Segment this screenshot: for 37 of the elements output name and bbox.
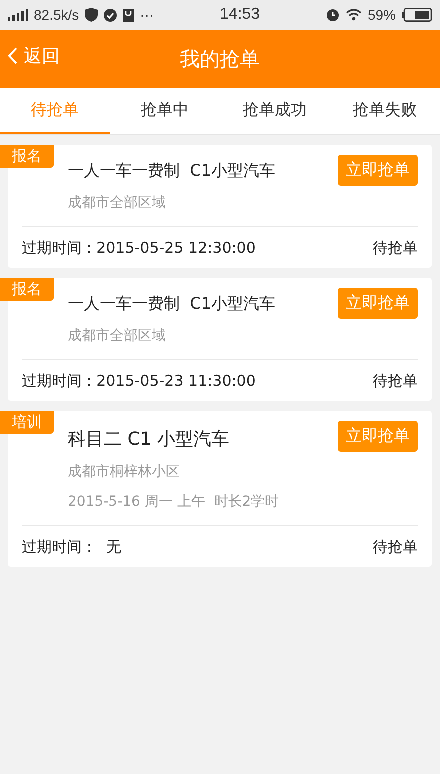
category-tag: 培训 xyxy=(0,411,54,434)
location-text: 成都市全部区域 xyxy=(68,194,167,212)
order-title: 科目二 C1 小型汽车 xyxy=(68,428,230,451)
network-speed: 82.5k/s xyxy=(34,7,80,23)
more-indicator: ··· xyxy=(140,7,154,23)
page-title: 我的抢单 xyxy=(180,46,260,72)
shield-icon xyxy=(85,8,98,22)
wifi-icon xyxy=(346,9,362,21)
category-tag: 报名 xyxy=(0,145,54,168)
category-tag: 报名 xyxy=(0,278,54,301)
bag-icon xyxy=(123,8,134,22)
alarm-icon xyxy=(326,8,340,22)
tab[interactable]: 抢单中 xyxy=(110,88,220,134)
tab[interactable]: 待抢单 xyxy=(0,88,110,134)
battery-percent: 59% xyxy=(368,7,396,23)
schedule-text: 2015-5-16 周一 上午 时长2学时 xyxy=(68,493,280,511)
location-text: 成都市全部区域 xyxy=(68,327,167,345)
grab-order-button[interactable]: 立即抢单 xyxy=(338,288,418,319)
grab-order-button[interactable]: 立即抢单 xyxy=(338,155,418,186)
order-status: 待抢单 xyxy=(373,372,418,391)
tab[interactable]: 抢单成功 xyxy=(220,88,330,134)
back-button[interactable]: 返回 xyxy=(8,44,60,68)
chevron-left-icon xyxy=(8,47,18,65)
tab[interactable]: 抢单失败 xyxy=(330,88,440,134)
order-status: 待抢单 xyxy=(373,239,418,258)
grab-order-button[interactable]: 立即抢单 xyxy=(338,421,418,452)
order-status: 待抢单 xyxy=(373,538,418,557)
clock-time: 14:53 xyxy=(220,6,260,24)
location-text: 成都市桐梓林小区 xyxy=(68,463,181,481)
expiry-text: 过期时间 : 2015-05-23 11:30:00 xyxy=(22,372,256,391)
check-icon xyxy=(104,8,118,22)
signal-icon xyxy=(8,9,28,21)
order-title: 一人一车一费制 C1小型汽车 xyxy=(68,294,276,315)
battery-icon xyxy=(402,8,432,22)
order-title: 一人一车一费制 C1小型汽车 xyxy=(68,161,276,182)
expiry-text: 过期时间 : 2015-05-25 12:30:00 xyxy=(22,239,256,258)
expiry-text: 过期时间： 无 xyxy=(22,538,122,557)
